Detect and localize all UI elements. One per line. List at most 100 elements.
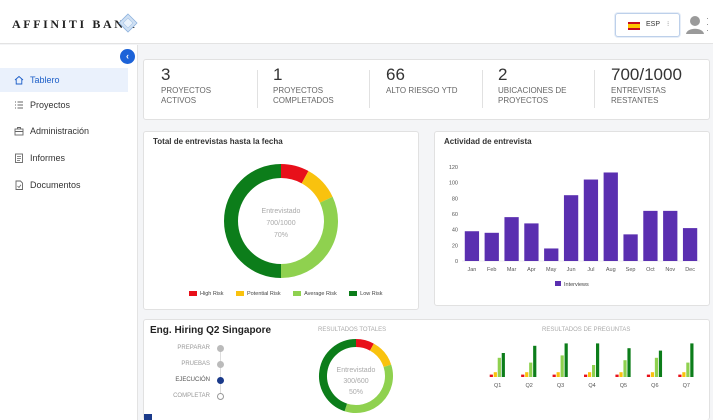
- collapse-sidebar-button[interactable]: ‹: [120, 49, 135, 64]
- scroll-marker: [144, 414, 152, 420]
- stat-divider: [369, 70, 370, 108]
- project-title[interactable]: Eng. Hiring Q2 Singapore: [150, 325, 271, 336]
- bar[interactable]: [484, 232, 499, 261]
- question-bar[interactable]: [658, 350, 663, 377]
- x-tick-label: Jan: [467, 267, 476, 273]
- stat-divider: [257, 70, 258, 108]
- donut-center-label: Entrevistado: [337, 367, 376, 374]
- stat-label: PROYECTOS: [498, 96, 549, 105]
- question-bar[interactable]: [556, 372, 560, 377]
- question-bar[interactable]: [619, 372, 623, 377]
- stat-label: PROYECTOS: [161, 86, 212, 95]
- x-tick-label: Sep: [626, 267, 636, 273]
- question-bar[interactable]: [686, 362, 690, 377]
- question-bar[interactable]: [493, 372, 497, 377]
- sidebar-item-informes[interactable]: Informes: [0, 146, 128, 170]
- stat-divider: [594, 70, 595, 108]
- y-tick-label: 40: [452, 228, 458, 234]
- y-tick-label: 0: [455, 259, 458, 265]
- sidebar-item-label: Proyectos: [30, 100, 71, 110]
- donut-slice[interactable]: [319, 339, 357, 412]
- question-bar[interactable]: [584, 374, 588, 377]
- question-bar[interactable]: [560, 355, 564, 377]
- sidebar-item-tablero[interactable]: Tablero: [0, 68, 128, 92]
- step-dot-pending: [217, 393, 224, 400]
- bar[interactable]: [623, 234, 638, 261]
- donut-slice[interactable]: [280, 164, 309, 184]
- user-avatar-icon[interactable]: [685, 14, 705, 34]
- question-bar[interactable]: [646, 374, 651, 377]
- question-bar[interactable]: [592, 365, 596, 377]
- question-bar[interactable]: [552, 374, 556, 377]
- bar[interactable]: [524, 223, 539, 261]
- home-icon: [14, 75, 24, 85]
- bar[interactable]: [563, 195, 579, 261]
- question-bar[interactable]: [615, 374, 619, 377]
- question-bar[interactable]: [533, 345, 537, 377]
- question-bar[interactable]: [690, 343, 694, 377]
- bar[interactable]: [544, 248, 559, 261]
- legend-swatch: [189, 291, 197, 296]
- bar[interactable]: [603, 172, 618, 261]
- stat-interviews-remaining: 700/1000 ENTREVISTAS RESTANTES: [611, 66, 682, 106]
- top-bar: AFFINITI BANK ESP ⁝ · · ·: [0, 0, 713, 44]
- stat-value: 66: [386, 65, 405, 84]
- question-bar[interactable]: [501, 353, 505, 377]
- question-bar[interactable]: [678, 374, 682, 377]
- bar[interactable]: [504, 217, 519, 261]
- stat-value: 700/1000: [611, 65, 682, 84]
- bar[interactable]: [583, 179, 599, 261]
- question-bar[interactable]: [564, 343, 568, 377]
- question-bar[interactable]: [525, 372, 529, 377]
- document-icon: [14, 180, 24, 190]
- legend-item[interactable]: Potential Risk: [236, 291, 281, 297]
- question-bar[interactable]: [521, 374, 525, 377]
- briefcase-icon: [14, 126, 24, 136]
- legend-item[interactable]: Low Risk: [349, 291, 382, 297]
- question-bar[interactable]: [588, 372, 592, 377]
- legend-swatch: [293, 291, 302, 296]
- stat-label: ENTREVISTAS: [611, 86, 666, 95]
- question-bar[interactable]: [623, 360, 627, 377]
- question-bar[interactable]: [627, 348, 631, 377]
- question-bar[interactable]: [489, 374, 493, 377]
- sidebar-item-label: Tablero: [30, 75, 60, 85]
- question-bar[interactable]: [650, 372, 655, 377]
- legend-label: Average Risk: [304, 290, 337, 297]
- bar[interactable]: [663, 210, 678, 261]
- x-tick-label: May: [546, 267, 557, 273]
- question-bar[interactable]: [529, 362, 533, 377]
- legend-item[interactable]: High Risk: [189, 291, 224, 297]
- sidebar-item-administracion[interactable]: Administración: [0, 119, 128, 143]
- donut-slice[interactable]: [301, 171, 333, 203]
- donut-center-percent: 50%: [349, 389, 363, 396]
- step-label-pruebas: PRUEBAS: [181, 361, 210, 367]
- bar[interactable]: [643, 210, 658, 261]
- stat-label: COMPLETADOS: [273, 96, 334, 105]
- step-connector: [220, 350, 221, 396]
- x-tick-label: Q4: [588, 383, 595, 389]
- step-dot-done: [217, 345, 224, 352]
- bar[interactable]: [682, 228, 698, 261]
- question-bar[interactable]: [682, 372, 686, 377]
- interview-activity-chart: 0 20 40 60 80 100 120 Jan Feb Mar Apr May Jun Jul Aug S…: [449, 165, 700, 288]
- question-bar[interactable]: [497, 357, 501, 377]
- x-tick-label: Q7: [683, 383, 690, 389]
- sidebar-item-documentos[interactable]: Documentos: [0, 173, 128, 197]
- language-selector[interactable]: ESP ⁝: [615, 13, 680, 37]
- legend-label: Potential Risk: [247, 290, 281, 297]
- question-bar[interactable]: [596, 343, 600, 377]
- more-options-icon[interactable]: · · ·: [706, 14, 709, 35]
- donut-slice[interactable]: [355, 339, 374, 351]
- stat-high-risk: 66 ALTO RIESGO YTD: [386, 66, 458, 96]
- donut-center-label: Entrevistado: [262, 208, 301, 215]
- stat-locations: 2 UBICACIONES DE PROYECTOS: [498, 66, 566, 106]
- question-bar[interactable]: [654, 357, 659, 377]
- donut-slice[interactable]: [369, 343, 392, 368]
- step-dot-current: [217, 377, 224, 384]
- y-tick-label: 80: [452, 196, 458, 202]
- sidebar-item-proyectos[interactable]: Proyectos: [0, 93, 128, 117]
- legend-item[interactable]: Average Risk: [293, 291, 337, 297]
- legend-label[interactable]: Interviews: [564, 282, 589, 288]
- bar[interactable]: [464, 231, 480, 261]
